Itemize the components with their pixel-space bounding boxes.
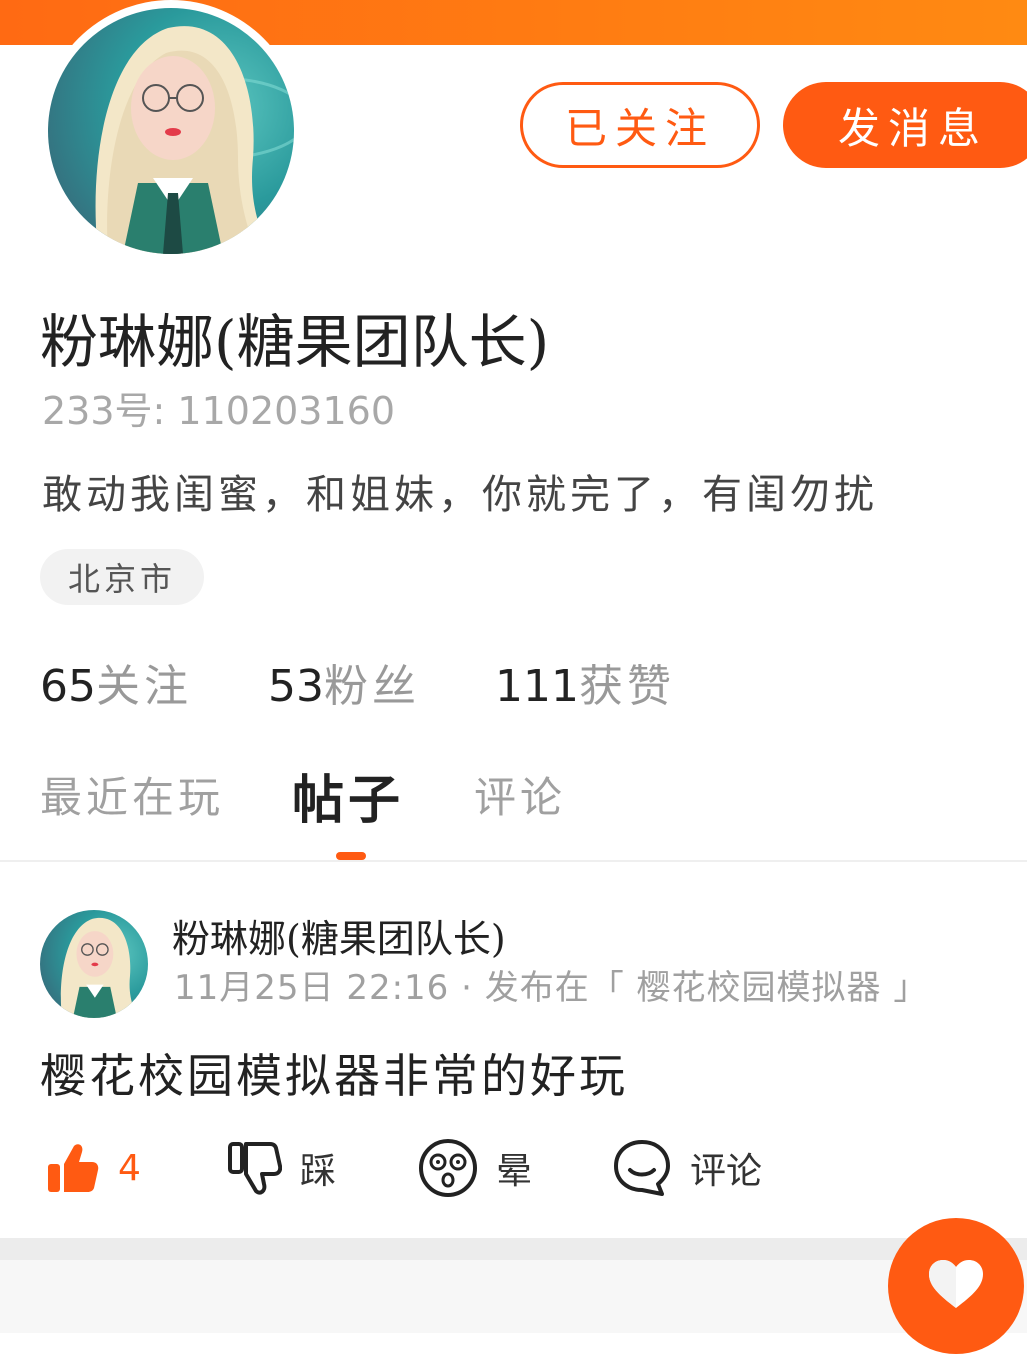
following-label: 关注: [96, 661, 192, 712]
dizzy-label: 晕: [496, 1151, 533, 1192]
feed-bottom-area: [0, 1260, 1027, 1333]
stat-fans[interactable]: 53粉丝: [268, 650, 420, 714]
location-tag: 北京市: [40, 549, 205, 605]
comment-label: 评论: [690, 1151, 763, 1192]
dizzy-button[interactable]: 晕: [418, 1138, 532, 1198]
send-message-button[interactable]: 发消息: [783, 82, 1027, 168]
floating-heart-button[interactable]: [888, 1218, 1024, 1354]
tab-posts[interactable]: 帖子: [292, 758, 404, 833]
tab-comments[interactable]: 评论: [474, 764, 566, 825]
post-content[interactable]: 樱花校园模拟器非常的好玩: [40, 1040, 628, 1106]
post-author-name[interactable]: 粉琳娜(糖果团队长): [172, 908, 506, 963]
fans-count: 53: [268, 661, 324, 712]
like-button[interactable]: 4: [44, 1138, 141, 1198]
like-count: 4: [118, 1147, 141, 1189]
tabs-divider: [0, 860, 1027, 862]
thumbs-down-icon: [226, 1138, 282, 1198]
comment-button[interactable]: 评论: [612, 1138, 762, 1198]
post-author-avatar[interactable]: [40, 910, 148, 1018]
comment-bubble-icon: [612, 1138, 672, 1198]
likes-label: 获赞: [578, 661, 675, 712]
dislike-button[interactable]: 踩: [226, 1138, 336, 1198]
tab-recently-played[interactable]: 最近在玩: [40, 764, 224, 825]
section-separator: [0, 1238, 1027, 1260]
profile-bio: 敢动我闺蜜，和姐妹，你就完了，有闺勿扰: [42, 472, 878, 518]
thumbs-up-icon: [44, 1140, 100, 1196]
avatar-illustration: [48, 8, 294, 254]
profile-nickname: 粉琳娜(糖果团队长): [40, 308, 550, 376]
likes-count: 111: [495, 661, 579, 712]
dizzy-face-icon: [418, 1138, 478, 1198]
following-count: 65: [40, 661, 96, 712]
fans-label: 粉丝: [324, 661, 420, 712]
follow-button[interactable]: 已关注: [520, 82, 760, 168]
heart-icon: [927, 1258, 985, 1314]
profile-uid: 233号: 110203160: [42, 389, 396, 433]
profile-avatar[interactable]: [40, 0, 302, 262]
active-tab-indicator: [336, 852, 366, 860]
stat-likes[interactable]: 111获赞: [495, 650, 675, 714]
stat-following[interactable]: 65关注: [40, 650, 192, 714]
post-meta: 11月25日 22:16 · 发布在「 樱花校园模拟器 」: [174, 968, 929, 1008]
dislike-label: 踩: [300, 1151, 337, 1192]
